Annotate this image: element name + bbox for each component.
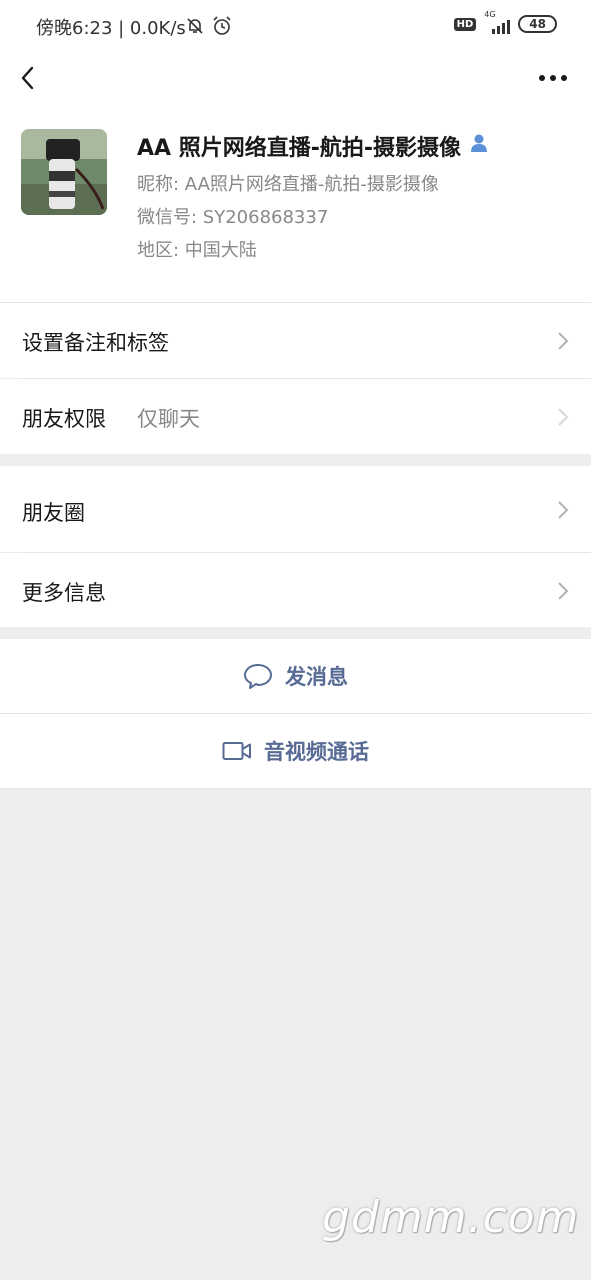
profile-card: AA 照片网络直播-航拍-摄影摄像 昵称: AA照片网络直播-航拍-摄影摄像 微…: [0, 100, 591, 302]
more-dots-icon: [539, 75, 567, 81]
more-info-label: 更多信息: [22, 581, 106, 605]
chevron-right-icon: [558, 332, 569, 350]
alarm-icon: [212, 16, 232, 40]
video-camera-icon: [222, 742, 251, 760]
person-gender-icon: [469, 133, 489, 159]
friend-permission-row[interactable]: 朋友权限 仅聊天: [0, 379, 591, 454]
video-call-label: 音视频通话: [264, 740, 369, 764]
network-type: 4G: [484, 10, 496, 19]
chat-bubble-icon: [244, 664, 272, 689]
friend-permission-label: 朋友权限: [22, 407, 106, 431]
mute-icon: [186, 17, 204, 39]
remark-tags-label: 设置备注和标签: [22, 331, 169, 355]
remark-tags-row[interactable]: 设置备注和标签: [0, 303, 591, 378]
chevron-left-icon: [21, 66, 34, 90]
more-button[interactable]: [535, 62, 571, 94]
hd-badge: HD: [453, 17, 477, 31]
battery-icon: 48: [518, 15, 557, 33]
back-button[interactable]: [14, 60, 50, 96]
status-time: 傍晚6:23 | 0.0K/s: [36, 18, 186, 39]
profile-region: 地区: 中国大陆: [137, 240, 257, 261]
avatar[interactable]: [21, 129, 107, 215]
nav-bar: [0, 56, 591, 100]
profile-name-row: AA 照片网络直播-航拍-摄影摄像: [137, 130, 489, 162]
watermark: gdmm.com: [322, 1192, 580, 1243]
signal-icon: 4G: [484, 10, 511, 34]
divider: [0, 788, 591, 789]
more-info-row[interactable]: 更多信息: [0, 553, 591, 627]
chevron-right-icon: [558, 582, 569, 600]
moments-label: 朋友圈: [22, 501, 85, 525]
send-message-button[interactable]: 发消息: [0, 639, 591, 713]
profile-nickname: 昵称: AA照片网络直播-航拍-摄影摄像: [137, 174, 439, 195]
moments-row[interactable]: 朋友圈: [0, 466, 591, 552]
profile-name: AA 照片网络直播-航拍-摄影摄像: [137, 136, 461, 161]
chevron-right-icon: [558, 408, 569, 426]
send-message-label: 发消息: [285, 665, 348, 689]
friend-permission-value: 仅聊天: [137, 407, 200, 431]
video-call-button[interactable]: 音视频通话: [0, 714, 591, 788]
status-bar: 傍晚6:23 | 0.0K/s HD 4G 48: [0, 0, 591, 56]
chevron-right-icon: [558, 501, 569, 519]
profile-wechat-id: 微信号: SY206868337: [137, 207, 329, 228]
